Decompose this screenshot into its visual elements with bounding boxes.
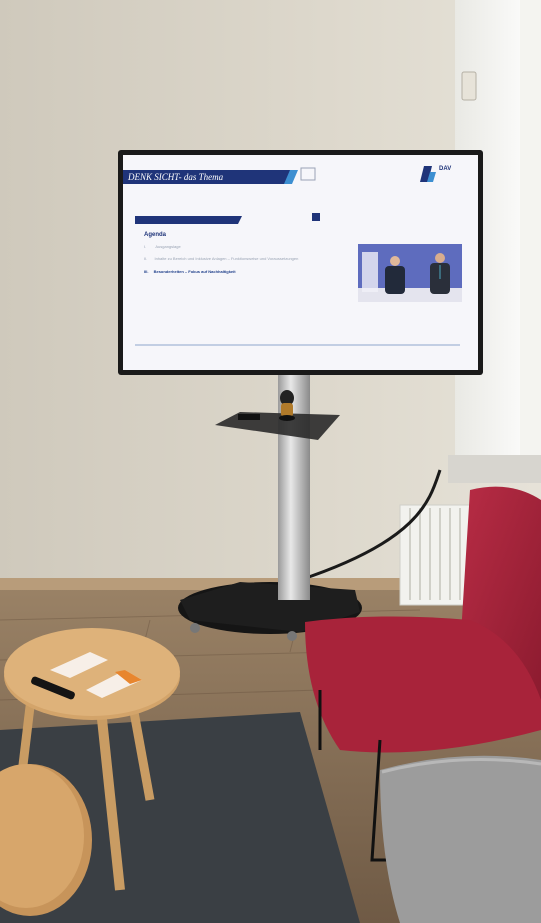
window-sill [448,455,541,483]
room-illustration [0,0,541,923]
agenda-item-text: Ausgangslage [155,244,181,249]
agenda-item: II. Inhalte zu Bereich und Inklusive Anl… [144,256,298,261]
logo-text: DAV [439,166,452,172]
agenda-item-number: II. [144,256,148,261]
agenda-item: I. Ausgangslage [144,244,298,249]
agenda-title: Agenda [144,232,167,238]
wall-switch [461,71,477,101]
agenda-item-number: III. [144,269,149,274]
grey-chair [380,755,541,923]
baseboard [0,578,420,590]
slide-header-title: DENK SICHT- das Thema [128,172,224,182]
photo-scene: DENK SICHT- das Thema DAV Agenda I. Ausg… [0,0,541,923]
agenda-item-number: I. [144,244,147,249]
window-pane [520,0,541,480]
agenda-item-text: Inhalte zu Bereich und Inklusive Anlagen… [154,256,299,261]
agenda-item-text: Besonderheiten – Fokus auf Nachhaltigkei… [153,269,236,274]
agenda-item: III. Besonderheiten – Fokus auf Nachhalt… [144,269,298,274]
agenda-list: I. Ausgangslage II. Inhalte zu Bereich u… [144,244,298,274]
